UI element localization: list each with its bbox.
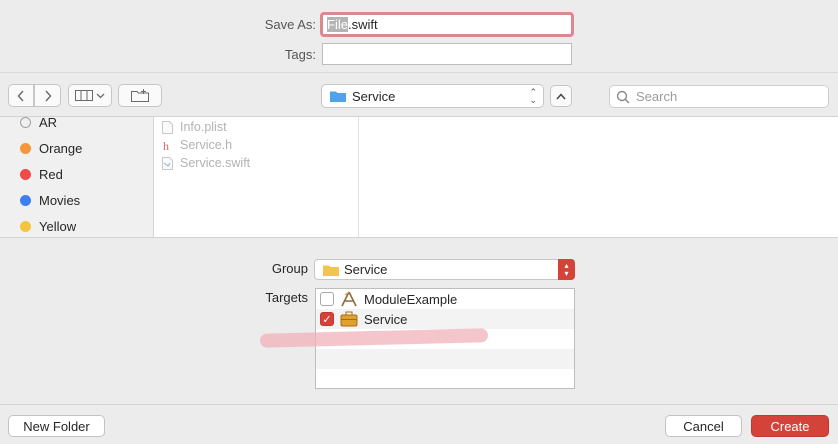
tag-dot-icon — [20, 142, 31, 154]
browser-toolbar: Service ⌃ ⌄ Search — [0, 72, 838, 116]
sidebar-item-label: AR — [39, 116, 58, 130]
folder-icon — [330, 91, 346, 102]
folder-plus-icon — [131, 89, 149, 102]
sidebar-item-orange[interactable]: Orange — [20, 138, 82, 158]
target-name: ModuleExample — [364, 291, 458, 307]
tag-dot-icon — [20, 220, 31, 232]
tags-field[interactable] — [322, 43, 572, 65]
file-item[interactable]: h Service.h — [162, 136, 232, 154]
location-label: Service — [352, 88, 396, 104]
search-icon — [616, 90, 630, 104]
file-column[interactable]: Info.plist h Service.h Service.swift — [154, 117, 359, 237]
file-browser: AR Orange Red Movies Yellow Info.plist h… — [0, 116, 838, 238]
save-as-field[interactable]: File.swift — [320, 12, 574, 37]
targets-label: Targets — [265, 290, 308, 305]
save-as-selected-text: File — [327, 17, 348, 32]
options-panel: Group Service ▴ ▾ Targets ModuleExample ✓… — [0, 238, 838, 404]
sidebar-item-movies[interactable]: Movies — [20, 190, 80, 210]
chevron-down-icon — [96, 93, 105, 98]
target-checkbox[interactable]: ✓ — [320, 312, 334, 326]
forward-button[interactable] — [34, 84, 61, 107]
sidebar-item-red[interactable]: Red — [20, 164, 63, 184]
up-down-chevron-icon: ▴ ▾ — [558, 259, 575, 280]
dialog-footer: New Folder Cancel Create — [0, 404, 838, 444]
chevron-right-icon — [44, 90, 51, 101]
sidebar-item-label: Red — [39, 166, 63, 182]
target-name: Service — [364, 311, 408, 327]
target-checkbox[interactable] — [320, 292, 334, 306]
view-mode-button[interactable] — [68, 84, 112, 107]
swift-file-icon — [162, 156, 173, 170]
target-row-moduleexample[interactable]: ModuleExample — [316, 289, 574, 309]
save-as-extension: .swift — [347, 17, 378, 32]
save-as-label: Save As: — [264, 17, 316, 32]
tag-dot-icon — [20, 168, 31, 180]
new-folder-toolbar-button[interactable] — [118, 84, 162, 107]
file-name: Service.swift — [180, 156, 251, 170]
create-button[interactable]: Create — [751, 415, 829, 437]
up-down-chevron-icon: ⌃ ⌄ — [529, 87, 537, 105]
search-placeholder: Search — [636, 89, 678, 104]
file-item[interactable]: Info.plist — [162, 118, 227, 136]
chevron-up-icon — [556, 92, 566, 99]
cancel-button[interactable]: Cancel — [665, 415, 742, 437]
header-file-icon: h — [163, 139, 169, 152]
sidebar-item-label: Orange — [39, 140, 83, 156]
sidebar-item-label: Movies — [39, 192, 81, 208]
file-item[interactable]: Service.swift — [162, 154, 250, 172]
tag-dot-icon — [20, 117, 31, 128]
group-popup[interactable]: Service ▴ ▾ — [314, 259, 575, 280]
new-folder-button[interactable]: New Folder — [8, 415, 105, 437]
tag-dot-icon — [20, 194, 31, 206]
expand-collapse-button[interactable] — [550, 85, 572, 107]
svg-text:h: h — [163, 139, 169, 152]
folder-icon — [323, 265, 339, 276]
columns-view-icon — [75, 90, 93, 101]
file-name: Info.plist — [180, 120, 227, 134]
plist-file-icon — [162, 120, 173, 134]
sidebar-item-label: Yellow — [39, 218, 77, 234]
sidebar-item-ar[interactable]: AR — [20, 116, 58, 132]
back-button[interactable] — [8, 84, 34, 107]
target-row-service[interactable]: ✓ Service — [316, 309, 574, 329]
framework-target-icon — [340, 311, 358, 327]
group-value: Service — [344, 262, 388, 277]
group-label: Group — [271, 261, 308, 276]
tags-label: Tags: — [284, 47, 316, 62]
location-popup[interactable]: Service ⌃ ⌄ — [321, 84, 544, 108]
file-name: Service.h — [180, 138, 233, 152]
save-header: Save As: File.swift Tags: — [0, 0, 838, 72]
sidebar[interactable]: AR Orange Red Movies Yellow — [0, 116, 154, 237]
chevron-left-icon — [17, 90, 24, 101]
app-target-icon — [341, 291, 357, 307]
sidebar-item-yellow[interactable]: Yellow — [20, 216, 76, 236]
search-field[interactable]: Search — [609, 85, 829, 108]
empty-row — [316, 349, 574, 369]
